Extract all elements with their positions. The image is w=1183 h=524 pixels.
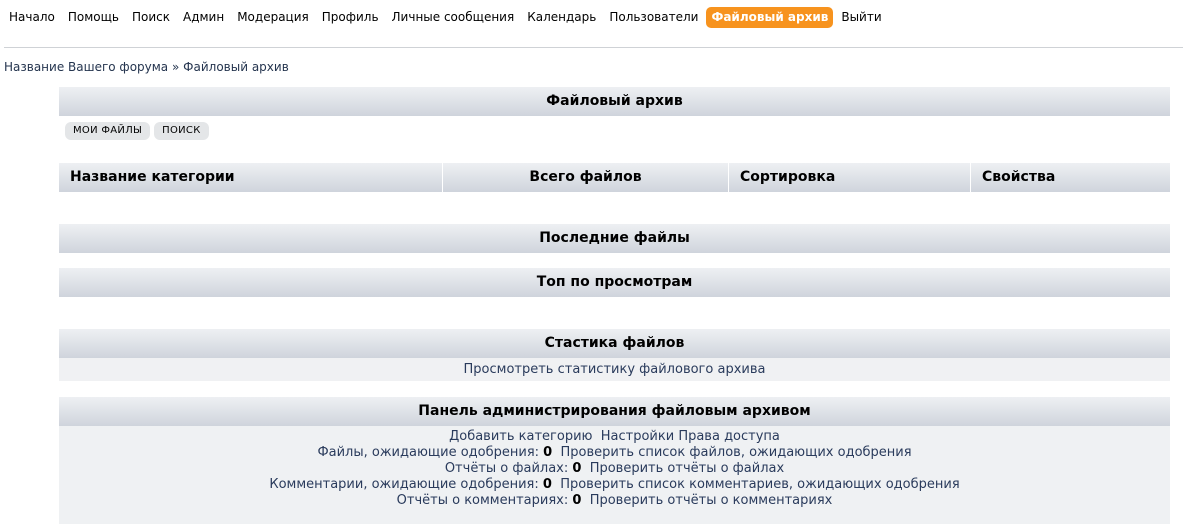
nav-home[interactable]: Начало (4, 7, 60, 28)
stats-title: Стастика файлов (59, 329, 1170, 358)
pending-comments-row: Комментарии, ожидающие одобрения: 0 Пров… (59, 477, 1170, 493)
pending-files-count: 0 (543, 445, 553, 460)
nav-users[interactable]: Пользователи (604, 7, 703, 28)
file-reports-row: Отчёты о файлах: 0 Проверить отчёты о фа… (59, 461, 1170, 477)
archive-title: Файловый архив (59, 87, 1170, 116)
breadcrumb-separator: » (172, 60, 180, 74)
top-nav: Начало Помощь Поиск Админ Модерация Проф… (0, 6, 890, 28)
admin-title: Панель администрирования файловым архиво… (59, 397, 1170, 426)
stats-link[interactable]: Просмотреть статистику файлового архива (464, 362, 766, 377)
category-table-header: Название категории Всего файлов Сортиров… (59, 163, 1170, 192)
nav-search[interactable]: Поиск (127, 7, 175, 28)
add-category-link[interactable]: Добавить категорию (449, 429, 592, 444)
divider (4, 47, 1183, 48)
pending-files-row: Файлы, ожидающие одобрения: 0 Проверить … (59, 445, 1170, 461)
breadcrumb: Название Вашего форума » Файловый архив (4, 60, 289, 74)
admin-body: Добавить категорию Настройки Права досту… (59, 426, 1170, 524)
nav-help[interactable]: Помощь (63, 7, 124, 28)
my-files-button[interactable]: МОИ ФАЙЛЫ (65, 122, 151, 140)
nav-file-archive[interactable]: Файловый архив (706, 6, 834, 28)
breadcrumb-current[interactable]: Файловый архив (183, 60, 289, 74)
nav-moderation[interactable]: Модерация (232, 7, 314, 28)
column-total-files[interactable]: Всего файлов (442, 163, 728, 192)
comment-reports-link[interactable]: Проверить отчёты о комментариях (590, 493, 833, 508)
admin-links-row: Добавить категорию Настройки Права досту… (59, 429, 1170, 445)
archive-panel: Файловый архив МОИ ФАЙЛЫ ПОИСК Название … (59, 87, 1170, 192)
search-button[interactable]: ПОИСК (154, 122, 209, 140)
column-sorting[interactable]: Сортировка (728, 163, 970, 192)
file-reports-count: 0 (572, 461, 582, 476)
comment-reports-count: 0 (572, 493, 582, 508)
archive-buttons: МОИ ФАЙЛЫ ПОИСК (65, 122, 1170, 140)
nav-profile[interactable]: Профиль (317, 7, 384, 28)
pending-files-link[interactable]: Проверить список файлов, ожидающих одобр… (560, 445, 911, 460)
stats-body: Просмотреть статистику файлового архива (59, 358, 1170, 381)
pending-comments-count: 0 (542, 477, 552, 492)
top-views-title: Топ по просмотрам (59, 268, 1170, 297)
stats-section: Стастика файлов Просмотреть статистику ф… (59, 329, 1170, 381)
latest-files-title: Последние файлы (59, 224, 1170, 253)
breadcrumb-forum[interactable]: Название Вашего форума (4, 60, 168, 74)
pending-comments-label: Комментарии, ожидающие одобрения: (269, 477, 539, 492)
file-reports-label: Отчёты о файлах: (444, 461, 569, 476)
column-category-name[interactable]: Название категории (59, 163, 442, 192)
pending-files-label: Файлы, ожидающие одобрения: (317, 445, 540, 460)
latest-files-section: Последние файлы (59, 224, 1170, 253)
nav-private-messages[interactable]: Личные сообщения (387, 7, 520, 28)
file-reports-link[interactable]: Проверить отчёты о файлах (590, 461, 784, 476)
top-views-section: Топ по просмотрам (59, 268, 1170, 297)
pending-comments-link[interactable]: Проверить список комментариев, ожидающих… (560, 477, 959, 492)
column-properties[interactable]: Свойства (970, 163, 1170, 192)
nav-admin[interactable]: Админ (178, 7, 229, 28)
settings-link[interactable]: Настройки (601, 429, 674, 444)
comment-reports-row: Отчёты о комментариях: 0 Проверить отчёт… (59, 493, 1170, 509)
permissions-link[interactable]: Права доступа (678, 429, 780, 444)
nav-calendar[interactable]: Календарь (522, 7, 601, 28)
comment-reports-label: Отчёты о комментариях: (396, 493, 569, 508)
nav-logout[interactable]: Выйти (836, 7, 886, 28)
admin-panel: Панель администрирования файловым архиво… (59, 397, 1170, 524)
